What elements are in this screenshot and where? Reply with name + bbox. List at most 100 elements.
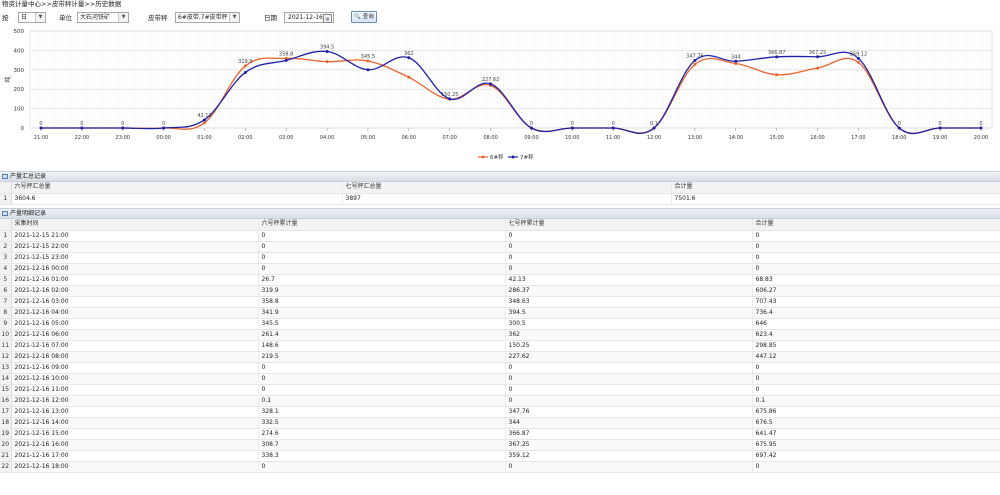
column-header[interactable]: 六号秤累计量 — [258, 219, 506, 231]
table-cell: 7501.6 — [671, 193, 1000, 205]
row-number: 6 — [0, 285, 12, 297]
table-icon — [2, 211, 8, 216]
scale-label: 皮带秤 — [148, 14, 168, 22]
table-cell: 623.4 — [752, 329, 1000, 341]
table-row[interactable]: 22 2021-12-16 18:00 0 0 0 — [0, 461, 1000, 473]
table-cell: 0 — [258, 241, 506, 253]
legend-swatch-point — [511, 155, 515, 159]
row-number: 18 — [0, 417, 12, 429]
column-header[interactable]: 六号秤汇总量 — [11, 182, 343, 194]
table-cell: 332.5 — [258, 417, 506, 429]
table-cell: 0 — [505, 395, 753, 407]
table-row[interactable]: 14 2021-12-16 10:00 0 0 0 — [0, 373, 1000, 385]
table-row[interactable]: 9 2021-12-16 05:00 345.5 300.5 646 — [0, 318, 1000, 330]
table-cell: 0 — [505, 384, 753, 396]
series-point — [693, 62, 697, 66]
table-cell: 0.1 — [258, 395, 506, 407]
x-tick-label: 02:00 — [238, 135, 252, 141]
x-tick-label: 22:00 — [75, 135, 89, 141]
table-cell: 366.87 — [505, 428, 753, 440]
table-cell: 3897 — [342, 193, 672, 205]
table-row[interactable]: 17 2021-12-16 13:00 328.1 347.76 675.86 — [0, 406, 1000, 418]
table-cell: 2021-12-15 23:00 — [11, 252, 259, 264]
row-number: 12 — [0, 351, 12, 363]
breadcrumb: 物资计量中心>>皮带秤计量>>历史数据 — [2, 0, 122, 8]
date-input[interactable]: 2021-12-16 ▦ — [284, 12, 334, 23]
table-row[interactable]: 2 2021-12-15 22:00 0 0 0 — [0, 241, 1000, 253]
table-row[interactable]: 5 2021-12-16 01:00 26.7 42.13 68.83 — [0, 274, 1000, 286]
column-header[interactable]: 合计量 — [752, 219, 1000, 231]
column-header[interactable]: 合计量 — [671, 182, 1000, 194]
data-label: 0 — [979, 121, 982, 127]
table-cell: 219.5 — [258, 351, 506, 363]
table-row[interactable]: 16 2021-12-16 12:00 0.1 0 0.1 — [0, 395, 1000, 407]
table-cell: 358.8 — [258, 296, 506, 308]
data-label: 0 — [571, 121, 574, 127]
table-cell: 2021-12-16 06:00 — [11, 329, 259, 341]
period-select[interactable]: 日 ▼ — [18, 12, 46, 23]
data-label: 359.12 — [850, 51, 868, 57]
x-tick-label: 09:00 — [524, 135, 538, 141]
column-header[interactable]: 七号秤累计量 — [505, 219, 753, 231]
row-number: 19 — [0, 428, 12, 440]
table-row[interactable]: 6 2021-12-16 02:00 319.9 286.37 606.27 — [0, 285, 1000, 297]
table-cell: 675.95 — [752, 439, 1000, 451]
summary-panel-title: 产量汇总记录 — [10, 173, 47, 180]
table-row[interactable]: 3 2021-12-15 23:00 0 0 0 — [0, 252, 1000, 264]
column-header[interactable]: 七号秤汇总量 — [342, 182, 672, 194]
table-cell: 2021-12-16 16:00 — [11, 439, 259, 451]
table-cell: 394.5 — [505, 307, 753, 319]
table-row[interactable]: 13 2021-12-16 09:00 0 0 0 — [0, 362, 1000, 374]
table-cell: 0 — [258, 461, 506, 473]
query-button[interactable]: 🔍 查询 — [351, 11, 377, 23]
y-tick-label: 100 — [14, 107, 25, 113]
table-row[interactable]: 19 2021-12-16 15:00 274.6 366.87 641.47 — [0, 428, 1000, 440]
table-row[interactable]: 4 2021-12-16 00:00 0 0 0 — [0, 263, 1000, 275]
row-number: 20 — [0, 439, 12, 451]
table-row[interactable]: 15 2021-12-16 11:00 0 0 0 — [0, 384, 1000, 396]
table-cell: 2021-12-16 12:00 — [11, 395, 259, 407]
table-row[interactable]: 10 2021-12-16 06:00 261.4 362 623.4 — [0, 329, 1000, 341]
scale-select[interactable]: 6#皮带,7#皮带秤 ▼ — [175, 12, 240, 23]
table-row[interactable]: 1 2021-12-15 21:00 0 0 0 — [0, 230, 1000, 242]
detail-table: 采集时间 六号秤累计量 七号秤累计量 合计量 1 2021-12-15 21:00 0 0 0 2… — [0, 219, 1000, 473]
table-cell: 0 — [752, 241, 1000, 253]
table-cell: 2021-12-16 11:00 — [11, 384, 259, 396]
table-row[interactable]: 7 2021-12-16 03:00 358.8 348.63 707.43 — [0, 296, 1000, 308]
table-cell: 362 — [505, 329, 753, 341]
x-tick-label: 13:00 — [688, 135, 702, 141]
table-cell: 0 — [258, 263, 506, 275]
x-tick-label: 21:00 — [34, 135, 48, 141]
data-label: 358.8 — [279, 51, 293, 57]
table-cell: 347.76 — [505, 406, 753, 418]
table-cell: 359.12 — [505, 450, 753, 462]
x-tick-label: 20:00 — [974, 135, 988, 141]
table-row[interactable]: 20 2021-12-16 16:00 308.7 367.25 675.95 — [0, 439, 1000, 451]
table-cell: 2021-12-16 00:00 — [11, 263, 259, 275]
table-cell: 341.9 — [258, 307, 506, 319]
row-number: 7 — [0, 296, 12, 308]
table-cell: 308.7 — [258, 439, 506, 451]
table-cell: 2021-12-15 21:00 — [11, 230, 259, 242]
table-row[interactable]: 18 2021-12-16 14:00 332.5 344 676.5 — [0, 417, 1000, 429]
row-number: 14 — [0, 373, 12, 385]
table-cell: 676.5 — [752, 417, 1000, 429]
unit-select[interactable]: 大石河铁矿 ▼ — [77, 12, 129, 23]
table-row[interactable]: 11 2021-12-16 07:00 148.6 150.25 298.85 — [0, 340, 1000, 352]
table-row[interactable]: 21 2021-12-16 17:00 338.3 359.12 697.42 — [0, 450, 1000, 462]
row-number: 5 — [0, 274, 12, 286]
table-row[interactable]: 1 3604.6 3897 7501.6 — [0, 193, 1000, 205]
column-header[interactable]: 采集时间 — [11, 219, 259, 231]
table-cell: 2021-12-16 02:00 — [11, 285, 259, 297]
row-number: 8 — [0, 307, 12, 319]
row-number: 16 — [0, 395, 12, 407]
table-row[interactable]: 12 2021-12-16 08:00 219.5 227.62 447.12 — [0, 351, 1000, 363]
calendar-icon[interactable]: ▦ — [323, 14, 332, 23]
y-axis-label: 吨 — [4, 76, 12, 82]
scale-select-value: 6#皮带,7#皮带秤 — [178, 14, 228, 21]
series-point — [816, 66, 820, 70]
table-cell: 26.7 — [258, 274, 506, 286]
summary-table: 六号秤汇总量 七号秤汇总量 合计量 1 3604.6 3897 7501.6 — [0, 182, 1000, 205]
table-row[interactable]: 8 2021-12-16 04:00 341.9 394.5 736.4 — [0, 307, 1000, 319]
table-cell: 338.3 — [258, 450, 506, 462]
